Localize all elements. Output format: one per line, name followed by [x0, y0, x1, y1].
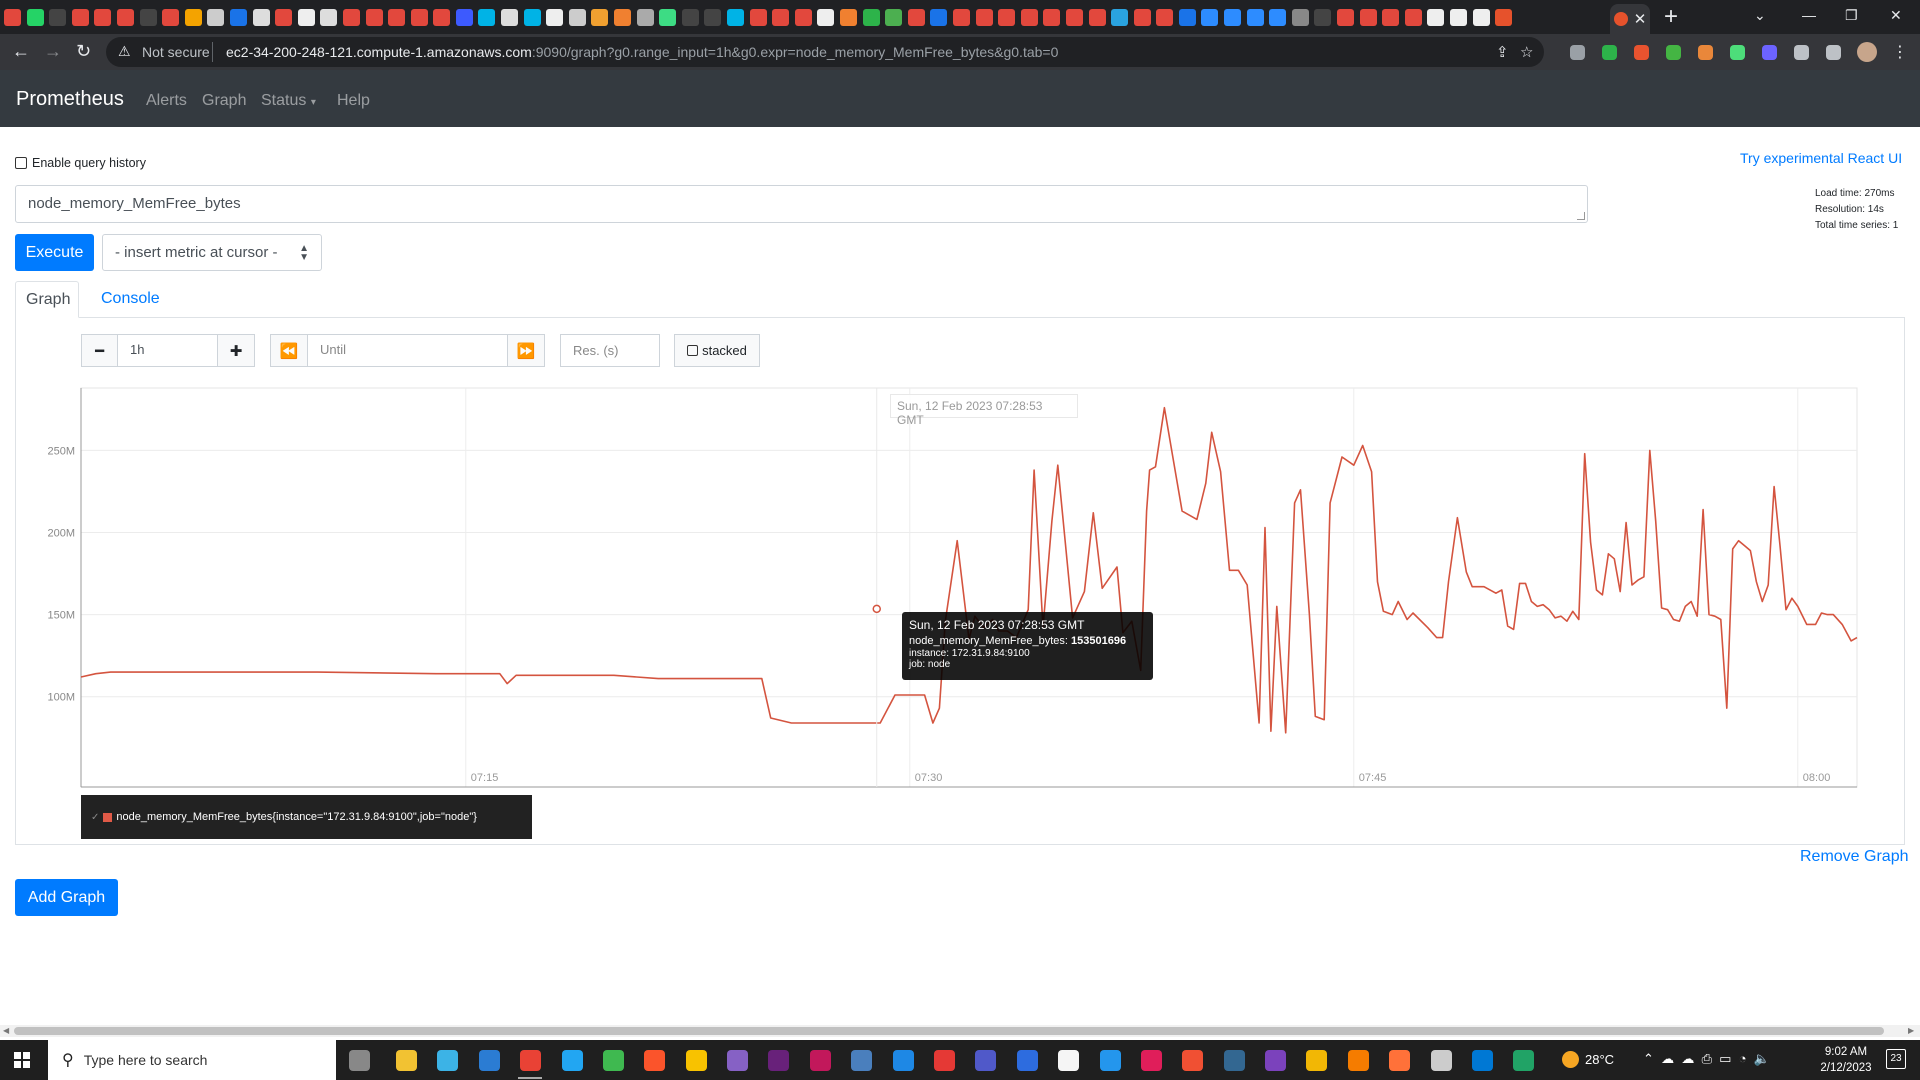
weather-widget[interactable]: 28°C: [1562, 1051, 1614, 1068]
weather-sun-icon: [1562, 1051, 1579, 1068]
x-tick-label-1: 07:30: [915, 772, 943, 784]
scrollbar-thumb[interactable]: [14, 1027, 1884, 1035]
legend-check-icon: ✓: [91, 811, 100, 823]
lock-app-icon[interactable]: [1306, 1050, 1327, 1071]
system-tray[interactable]: ⌃ ☁ ☁ ⎙ ▭ ◔ 🔈: [1643, 1051, 1770, 1067]
hover-point: [872, 604, 881, 614]
taskbar-clock[interactable]: 9:02 AM 2/12/2023: [1808, 1044, 1884, 1076]
search-icon: ⚲: [62, 1052, 74, 1069]
task-view-icon[interactable]: [349, 1050, 370, 1071]
windows-taskbar: ⚲ Type here to search 28°C ⌃ ☁ ☁ ⎙ ▭ ◔ 🔈…: [0, 1040, 1920, 1080]
horizontal-scrollbar[interactable]: ◀ ▶: [0, 1025, 1920, 1037]
github-desktop-icon[interactable]: [1431, 1050, 1452, 1071]
clock-date: 2/12/2023: [1820, 1062, 1872, 1074]
network-icon[interactable]: [851, 1050, 872, 1071]
taskbar-search-placeholder: Type here to search: [83, 1052, 208, 1068]
chrome-icon[interactable]: [520, 1050, 541, 1071]
tooltip-time: Sun, 12 Feb 2023 07:28:53 GMT: [909, 618, 1085, 632]
clock-time: 9:02 AM: [1824, 1046, 1868, 1058]
x-tick-label-3: 08:00: [1803, 772, 1831, 784]
scroll-left-icon[interactable]: ◀: [3, 1026, 9, 1035]
rider-icon[interactable]: [810, 1050, 831, 1071]
firefox-icon[interactable]: [1389, 1050, 1410, 1071]
file-explorer-icon[interactable]: [396, 1050, 417, 1071]
visual-studio-icon[interactable]: [727, 1050, 748, 1071]
postman-icon[interactable]: [1182, 1050, 1203, 1071]
weather-temp: 28°C: [1585, 1052, 1615, 1067]
y-tick-label-3: 250M: [47, 445, 75, 457]
browser-icon[interactable]: [603, 1050, 624, 1071]
tooltip-instance: instance: 172.31.9.84:9100: [909, 648, 1030, 659]
tooltip-metric-value: 153501696: [1071, 635, 1127, 647]
plot-area: [80, 387, 1858, 788]
scroll-right-icon[interactable]: ▶: [1908, 1026, 1914, 1035]
postgres-icon[interactable]: [1224, 1050, 1245, 1071]
slack-icon[interactable]: [1141, 1050, 1162, 1071]
vscode-icon[interactable]: [562, 1050, 583, 1071]
x-tick-label-0: 07:15: [471, 772, 499, 784]
notifications-icon[interactable]: 23: [1886, 1049, 1906, 1069]
y-tick-label-1: 150M: [47, 610, 75, 622]
edge-icon[interactable]: [437, 1050, 458, 1071]
hover-timestamp: Sun, 12 Feb 2023 07:28:53 GMT: [890, 394, 1078, 427]
docker-icon[interactable]: [1100, 1050, 1121, 1071]
add-graph-button[interactable]: Add Graph: [15, 879, 118, 916]
y-tick-label-2: 200M: [47, 527, 75, 539]
tooltip-metric-label: node_memory_MemFree_bytes:: [909, 635, 1068, 647]
legend-swatch: [103, 812, 113, 822]
taskbar-search[interactable]: ⚲ Type here to search: [48, 1040, 336, 1080]
chrome-active-indicator: [518, 1077, 542, 1079]
windows-start-icon[interactable]: [14, 1052, 30, 1068]
visual-studio-2-icon[interactable]: [768, 1050, 789, 1071]
x-tick-label-2: 07:45: [1359, 772, 1387, 784]
remove-graph-link[interactable]: Remove Graph: [1800, 848, 1909, 866]
tray-icons: ⌃ ☁ ☁ ⎙ ▭ ◔ 🔈: [1643, 1051, 1770, 1066]
brave-icon[interactable]: [644, 1050, 665, 1071]
mail-icon[interactable]: [479, 1050, 500, 1071]
goland-icon[interactable]: [1265, 1050, 1286, 1071]
tooltip-job: job: node: [909, 659, 951, 670]
notepad-icon[interactable]: [1058, 1050, 1079, 1071]
y-tick-label-0: 100M: [47, 692, 75, 704]
app-icon[interactable]: [893, 1050, 914, 1071]
media-player-icon[interactable]: [1472, 1050, 1493, 1071]
teams-icon[interactable]: [975, 1050, 996, 1071]
orange-app-icon[interactable]: [1348, 1050, 1369, 1071]
memory-graph[interactable]: 100M 150M 200M 250M 07:15 07:30 07:45 08:00: [0, 0, 1920, 1080]
spreadsheet-icon[interactable]: [1513, 1050, 1534, 1071]
sticky-notes-icon[interactable]: [686, 1050, 707, 1071]
legend-series-label: node_memory_MemFree_bytes{instance="172.…: [116, 811, 477, 823]
shield-app-icon[interactable]: [934, 1050, 955, 1071]
graph-legend[interactable]: ✓ node_memory_MemFree_bytes{instance="17…: [81, 795, 532, 839]
remote-desktop-icon[interactable]: [1017, 1050, 1038, 1071]
graph-hover-tooltip: Sun, 12 Feb 2023 07:28:53 GMT node_memor…: [902, 612, 1153, 680]
